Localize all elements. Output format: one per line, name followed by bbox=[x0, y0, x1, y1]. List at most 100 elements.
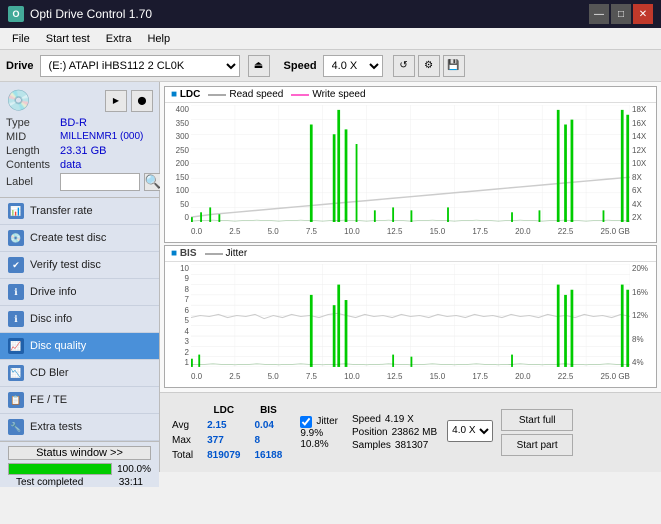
time-text: 33:11 bbox=[111, 476, 151, 489]
drivebar: Drive (E:) ATAPI iHBS112 2 CL0K ⏏ Speed … bbox=[0, 50, 661, 82]
status-window-button[interactable]: Status window >> bbox=[8, 446, 151, 460]
main-layout: 💿 ▶ ⬤ Type BD-R MID MILLENMR1 (000) Leng… bbox=[0, 82, 661, 472]
menu-file[interactable]: File bbox=[4, 31, 38, 47]
disc-contents-label: Contents bbox=[6, 159, 56, 171]
sidebar-item-cd-bler-label: CD Bler bbox=[30, 367, 69, 379]
disc-btn-1[interactable]: ▶ bbox=[105, 90, 127, 112]
progress-row: 100.0% bbox=[0, 460, 159, 475]
start-buttons: Start full Start part bbox=[501, 409, 573, 456]
disc-label-label: Label bbox=[6, 176, 56, 188]
chart1-legend-read: Read speed bbox=[208, 89, 283, 100]
samples-val: 381307 bbox=[395, 440, 428, 451]
chart1-y-left: 400 350 300 250 200 150 100 50 0 bbox=[165, 105, 191, 222]
disc-length-label: Length bbox=[6, 145, 56, 157]
chart2-x-labels: 0.0 2.5 5.0 7.5 10.0 12.5 15.0 17.5 20.0… bbox=[191, 372, 630, 381]
progress-bar-outer bbox=[8, 463, 112, 475]
minimize-button[interactable]: — bbox=[589, 4, 609, 24]
chart2-y-right: 20% 16% 12% 8% 4% bbox=[630, 264, 656, 367]
sidebar-item-create-test-disc[interactable]: 💿 Create test disc bbox=[0, 225, 159, 252]
speed-icons: ↺ ⚙ 💾 bbox=[393, 55, 465, 77]
chart1-y-right: 18X 16X 14X 12X 10X 8X 6X 4X 2X bbox=[630, 105, 656, 222]
menu-help[interactable]: Help bbox=[139, 31, 178, 47]
start-part-button[interactable]: Start part bbox=[501, 434, 573, 456]
disc-length-row: Length 23.31 GB bbox=[6, 145, 153, 157]
sidebar-item-disc-info-label: Disc info bbox=[30, 313, 72, 325]
menu-extra[interactable]: Extra bbox=[98, 31, 140, 47]
app-icon: O bbox=[8, 6, 24, 22]
drive-info-icon: ℹ bbox=[8, 284, 24, 300]
stats-max-row: Max 377 8 bbox=[166, 434, 288, 447]
sidebar-item-drive-info[interactable]: ℹ Drive info bbox=[0, 279, 159, 306]
sidebar-item-fe-te[interactable]: 📋 FE / TE bbox=[0, 387, 159, 414]
disc-length-value: 23.31 GB bbox=[60, 145, 106, 157]
sidebar-item-disc-quality[interactable]: 📈 Disc quality bbox=[0, 333, 159, 360]
samples-row: Samples 381307 bbox=[352, 440, 437, 451]
disc-label-row: Label 🔍 bbox=[6, 173, 153, 191]
eject-button[interactable]: ⏏ bbox=[248, 55, 270, 77]
sidebar-item-create-test-disc-label: Create test disc bbox=[30, 232, 106, 244]
ldc-header: LDC bbox=[201, 404, 246, 417]
chart-panel: ■ LDC Read speed Write speed 40 bbox=[160, 82, 661, 392]
disc-label-input[interactable] bbox=[60, 173, 140, 191]
speed-row-label: Speed bbox=[352, 414, 381, 425]
speed-icon-3[interactable]: 💾 bbox=[443, 55, 465, 77]
jitter-max-val: 10.8% bbox=[300, 439, 328, 450]
transfer-rate-icon: 📊 bbox=[8, 203, 24, 219]
total-ldc: 819079 bbox=[201, 449, 246, 462]
menu-start-test[interactable]: Start test bbox=[38, 31, 98, 47]
stats-header-row: LDC BIS bbox=[166, 404, 288, 417]
drive-select[interactable]: (E:) ATAPI iHBS112 2 CL0K bbox=[40, 55, 240, 77]
disc-mid-value: MILLENMR1 (000) bbox=[60, 131, 143, 143]
chart1-box: ■ LDC Read speed Write speed 40 bbox=[164, 86, 657, 243]
sidebar-item-fe-te-label: FE / TE bbox=[30, 394, 67, 406]
jitter-checkbox[interactable] bbox=[300, 416, 312, 428]
maximize-button[interactable]: □ bbox=[611, 4, 631, 24]
close-button[interactable]: ✕ bbox=[633, 4, 653, 24]
sidebar-nav: 📊 Transfer rate 💿 Create test disc ✔ Ver… bbox=[0, 198, 159, 441]
total-label: Total bbox=[166, 449, 199, 462]
drive-label: Drive bbox=[6, 60, 34, 72]
total-bis: 16188 bbox=[249, 449, 289, 462]
sidebar-item-verify-test-disc[interactable]: ✔ Verify test disc bbox=[0, 252, 159, 279]
chart1-svg bbox=[191, 105, 630, 222]
chart1-title-text: ■ LDC bbox=[171, 89, 200, 100]
speed-icon-1[interactable]: ↺ bbox=[393, 55, 415, 77]
speed-label: Speed bbox=[284, 60, 317, 72]
progress-text: 100.0% bbox=[116, 464, 151, 475]
start-full-button[interactable]: Start full bbox=[501, 409, 573, 431]
sidebar-item-disc-info[interactable]: ℹ Disc info bbox=[0, 306, 159, 333]
stats-avg-row: Avg 2.15 0.04 bbox=[166, 419, 288, 432]
sidebar-item-verify-test-disc-label: Verify test disc bbox=[30, 259, 101, 271]
stats-table: LDC BIS Avg 2.15 0.04 Max 377 8 Total 81… bbox=[164, 402, 290, 464]
sidebar: 💿 ▶ ⬤ Type BD-R MID MILLENMR1 (000) Leng… bbox=[0, 82, 160, 472]
jitter-max: 10.8% bbox=[300, 439, 338, 450]
speed-icon-2[interactable]: ⚙ bbox=[418, 55, 440, 77]
jitter-header: Jitter bbox=[300, 416, 338, 428]
disc-type-label: Type bbox=[6, 117, 56, 129]
disc-header: 💿 ▶ ⬤ bbox=[6, 88, 153, 113]
chart2-title: ■ BIS Jitter bbox=[165, 246, 656, 262]
disc-contents-value: data bbox=[60, 159, 81, 171]
max-bis: 8 bbox=[249, 434, 289, 447]
speed-select[interactable]: 4.0 X 1.0 X 2.0 X 8.0 X bbox=[323, 55, 383, 77]
content-area: ■ LDC Read speed Write speed 40 bbox=[160, 82, 661, 472]
window-controls[interactable]: — □ ✕ bbox=[589, 4, 653, 24]
speed-row-val: 4.19 X bbox=[385, 414, 414, 425]
max-ldc: 377 bbox=[201, 434, 246, 447]
disc-mid-label: MID bbox=[6, 131, 56, 143]
chart2-bis-label: ■ BIS bbox=[171, 248, 197, 259]
speed-result-select[interactable]: 4.0 X bbox=[447, 420, 493, 442]
sidebar-item-drive-info-label: Drive info bbox=[30, 286, 76, 298]
sidebar-item-transfer-rate[interactable]: 📊 Transfer rate bbox=[0, 198, 159, 225]
speed-row: Speed 4.19 X bbox=[352, 414, 437, 425]
sidebar-item-extra-tests[interactable]: 🔧 Extra tests bbox=[0, 414, 159, 441]
sidebar-item-disc-quality-label: Disc quality bbox=[30, 340, 86, 352]
sidebar-item-cd-bler[interactable]: 📉 CD Bler bbox=[0, 360, 159, 387]
stats-total-row: Total 819079 16188 bbox=[166, 449, 288, 462]
sidebar-item-extra-tests-label: Extra tests bbox=[30, 421, 82, 433]
disc-btn-2[interactable]: ⬤ bbox=[131, 90, 153, 112]
max-label: Max bbox=[166, 434, 199, 447]
disc-info-icon: ℹ bbox=[8, 311, 24, 327]
chart1-inner: 400 350 300 250 200 150 100 50 0 18X 16X bbox=[165, 103, 656, 236]
chart2-box: ■ BIS Jitter 10 9 8 7 6 5 bbox=[164, 245, 657, 388]
